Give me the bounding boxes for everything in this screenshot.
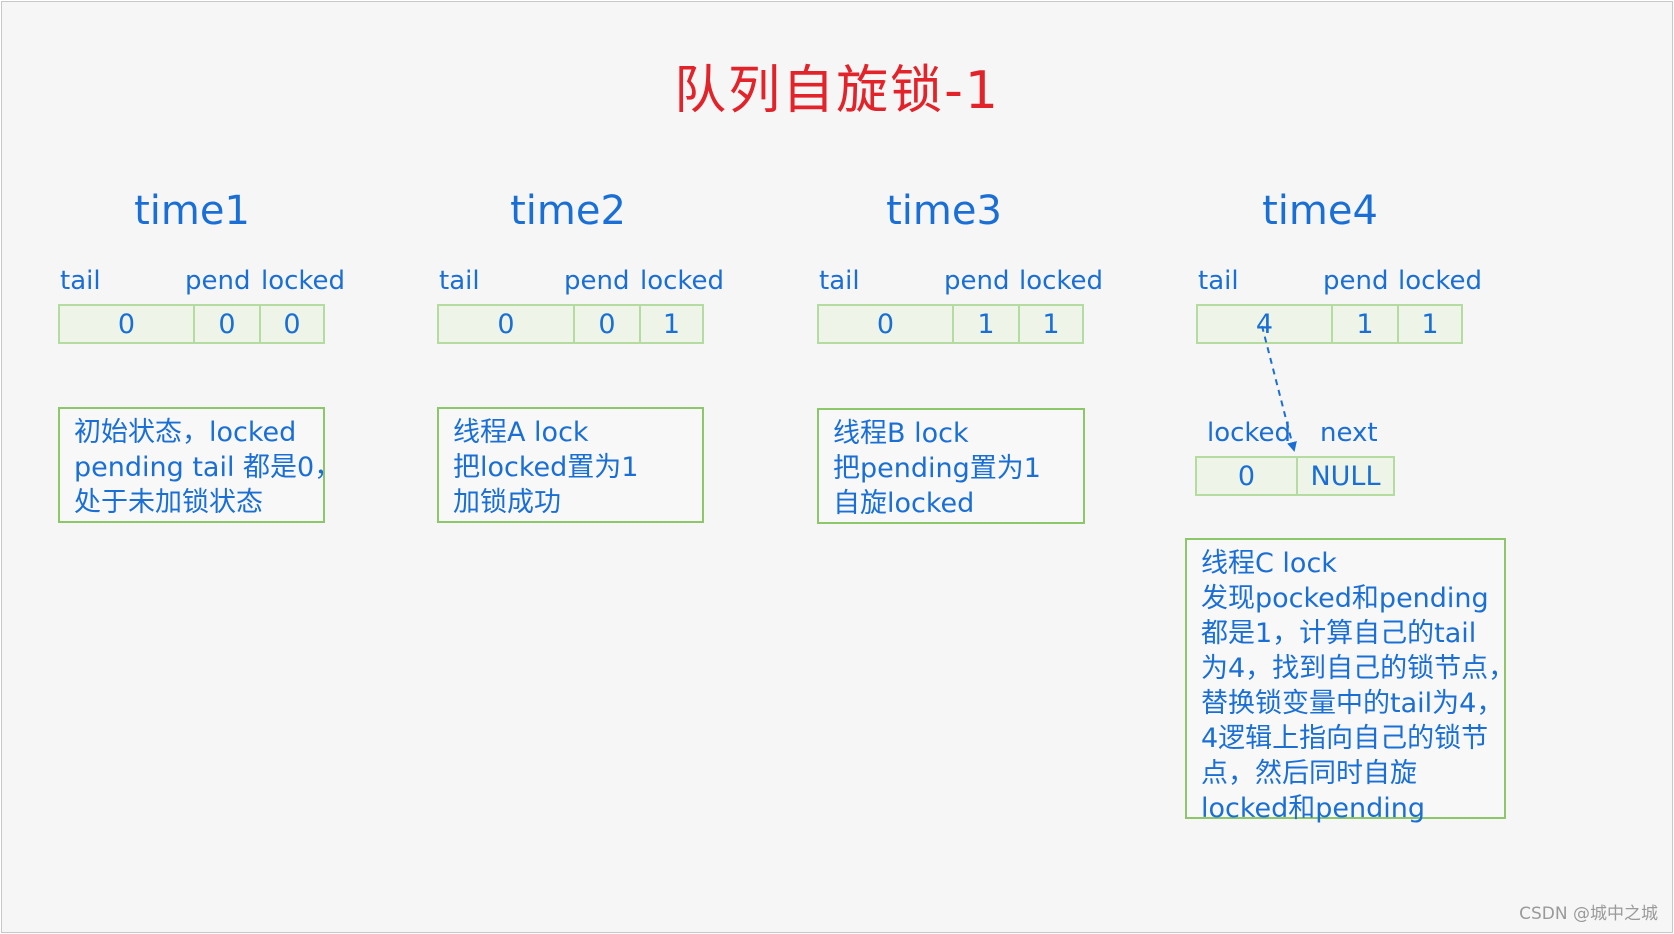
slide: 队列自旋锁-1 time1 tail pend locked 0 0 0 初始状… bbox=[1, 1, 1673, 933]
watermark: CSDN @城中之城 bbox=[1519, 904, 1658, 924]
pointer-arrow bbox=[1261, 325, 1297, 452]
